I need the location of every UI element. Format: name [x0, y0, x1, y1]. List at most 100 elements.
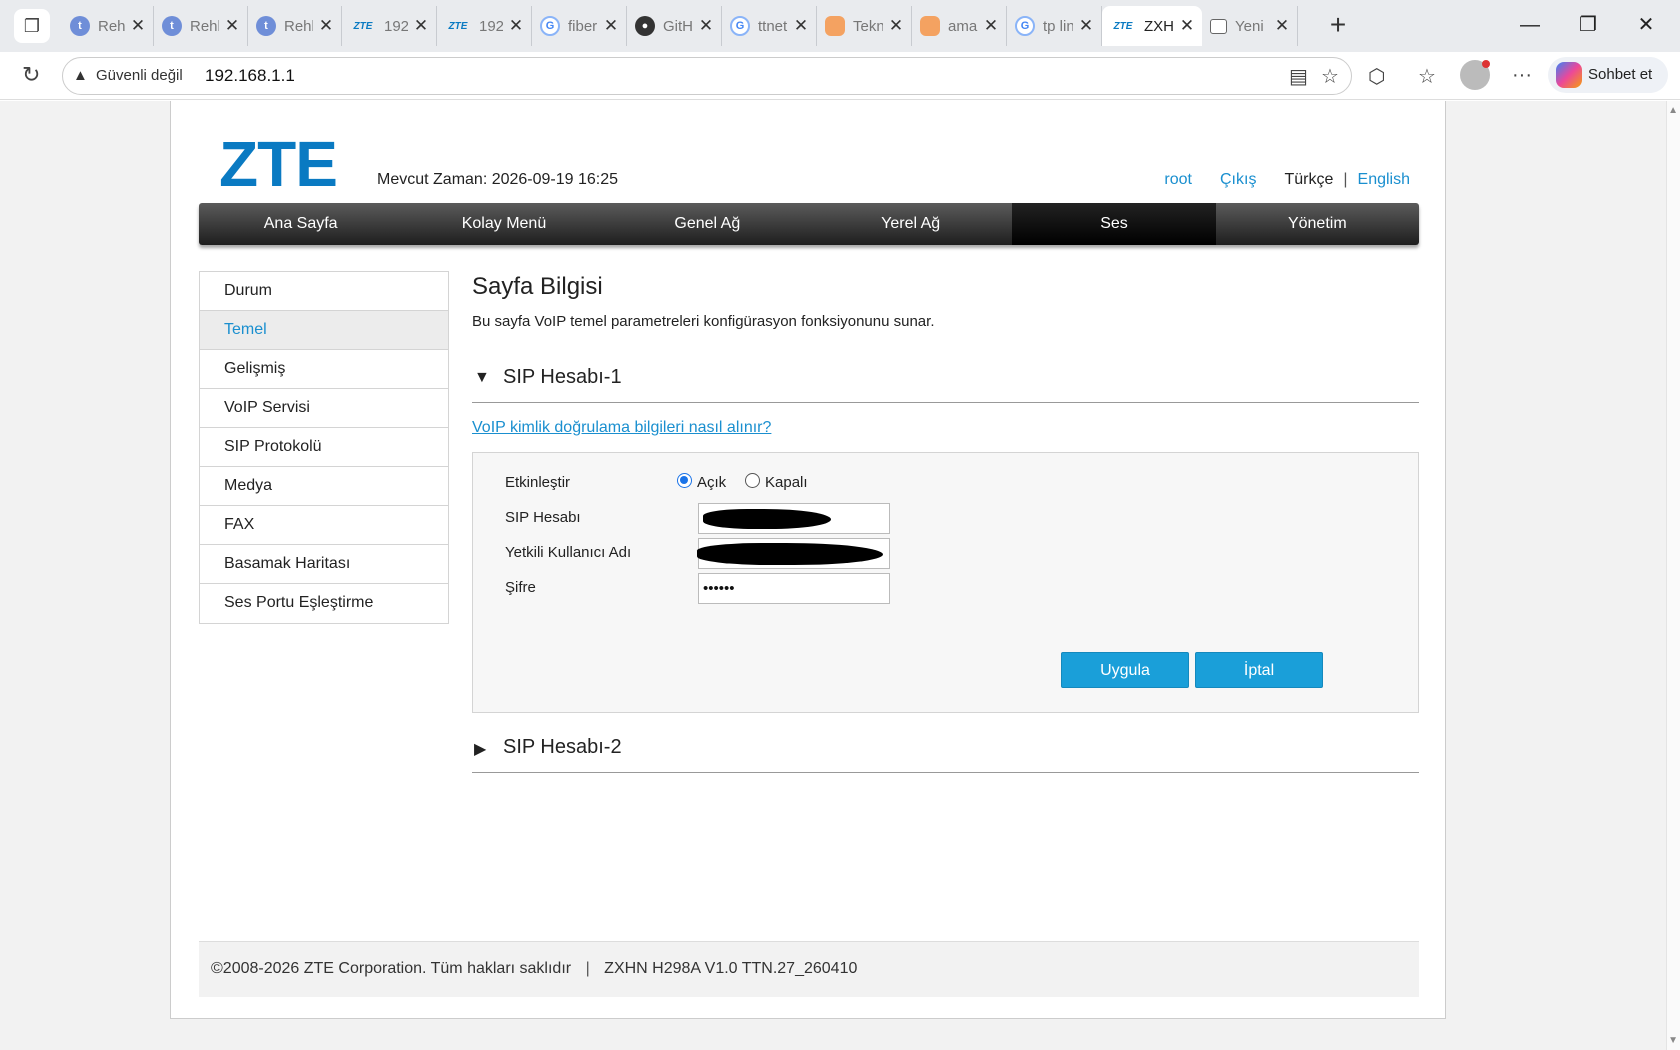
cancel-button[interactable]: İptal	[1195, 652, 1323, 688]
browser-tab[interactable]: ZTE 192. ✕	[437, 6, 532, 46]
browser-tab[interactable]: t Rehb ✕	[154, 6, 248, 46]
new-tab-button[interactable]: +	[1322, 10, 1354, 42]
voip-help-link[interactable]: VoIP kimlik doğrulama bilgileri nasıl al…	[472, 419, 771, 437]
tab-title: Yeni	[1235, 17, 1264, 35]
close-icon[interactable]: ✕	[1077, 16, 1095, 36]
auth-user-input[interactable]	[697, 538, 890, 569]
extensions-icon[interactable]: ⬡	[1368, 64, 1385, 89]
tab-actions-icon[interactable]: ❐	[14, 9, 50, 43]
browser-tab[interactable]: t Rehb ✕	[248, 6, 342, 46]
sidebar-item-sip-protocol[interactable]: SIP Protokolü	[200, 428, 448, 467]
footer: ©2008-2026 ZTE Corporation. Tüm hakları …	[199, 941, 1419, 997]
enable-off-radio[interactable]	[745, 473, 760, 488]
browser-tab[interactable]: Yeni ✕	[1202, 6, 1298, 46]
browser-tab[interactable]: t Rehb ✕	[62, 6, 154, 46]
password-input[interactable]: ••••••	[698, 573, 890, 604]
browser-tab[interactable]: ama ✕	[912, 6, 1007, 46]
favorites-icon[interactable]: ☆	[1418, 64, 1436, 89]
tab-title: ZXHI	[1144, 17, 1174, 35]
close-icon[interactable]: ✕	[982, 16, 1000, 36]
sip-account-1-form: Etkinleştir Açık Kapalı SIP Hesabı Yetki…	[472, 452, 1419, 713]
browser-tab[interactable]: G ttnet ✕	[722, 6, 817, 46]
section-title[interactable]: SIP Hesabı-1	[503, 366, 622, 389]
security-label[interactable]: Güvenli değil	[96, 67, 183, 84]
tumblr-icon: t	[70, 16, 90, 36]
reader-mode-icon[interactable]: ▤	[1289, 64, 1308, 89]
close-icon[interactable]: ✕	[602, 16, 620, 36]
sidebar-item-fax[interactable]: FAX	[200, 506, 448, 545]
current-time: Mevcut Zaman: 2026-09-19 16:25	[377, 171, 619, 188]
close-icon[interactable]: ✕	[697, 16, 715, 36]
sidebar-item-status[interactable]: Durum	[200, 272, 448, 311]
amazon-icon	[920, 16, 940, 36]
reload-icon[interactable]: ↻	[22, 62, 40, 88]
close-icon[interactable]: ✕	[129, 16, 147, 36]
address-bar: ↻ ▲ Güvenli değil 192.168.1.1 ▤ ☆ ⬡ ☆ ··…	[0, 52, 1680, 100]
collapsed-arrow-icon[interactable]: ▶	[474, 739, 486, 759]
enable-on-label[interactable]: Açık	[697, 474, 726, 491]
expanded-arrow-icon[interactable]: ▼	[474, 369, 490, 387]
enable-on-radio[interactable]	[677, 473, 692, 488]
browser-tab-active[interactable]: ZTE ZXHI ✕	[1102, 6, 1202, 46]
tumblr-icon: t	[256, 16, 276, 36]
close-icon[interactable]: ✕	[887, 16, 905, 36]
browser-tab[interactable]: ZTE 192. ✕	[342, 6, 437, 46]
close-window-icon[interactable]: ✕	[1626, 10, 1666, 42]
omnibox[interactable]: ▲ Güvenli değil 192.168.1.1 ▤ ☆	[62, 57, 1352, 95]
nav-management[interactable]: Yönetim	[1216, 203, 1419, 245]
restore-icon[interactable]: ❐	[1568, 10, 1608, 42]
sidebar-item-voip-service[interactable]: VoIP Servisi	[200, 389, 448, 428]
user-link[interactable]: root	[1164, 171, 1192, 189]
nav-easy-menu[interactable]: Kolay Menü	[402, 203, 605, 245]
vertical-scrollbar[interactable]: ▲ ▼	[1666, 101, 1680, 1050]
nav-home[interactable]: Ana Sayfa	[199, 203, 402, 245]
close-icon[interactable]: ✕	[1178, 16, 1196, 36]
lang-english-link[interactable]: English	[1358, 171, 1410, 189]
browser-tab[interactable]: ● GitH ✕	[627, 6, 722, 46]
page-description: Bu sayfa VoIP temel parametreleri konfig…	[472, 313, 935, 330]
close-icon[interactable]: ✕	[223, 16, 241, 36]
minimize-icon[interactable]: —	[1510, 10, 1550, 42]
copilot-label: Sohbet et	[1588, 66, 1653, 83]
more-menu-icon[interactable]: ···	[1512, 64, 1532, 87]
sidebar-item-digit-map[interactable]: Basamak Haritası	[200, 545, 448, 584]
sip-account-label: SIP Hesabı	[505, 509, 581, 526]
apply-button[interactable]: Uygula	[1061, 652, 1189, 688]
close-icon[interactable]: ✕	[1273, 16, 1291, 36]
close-icon[interactable]: ✕	[792, 16, 810, 36]
tab-title: 192.	[479, 17, 503, 35]
url-text[interactable]: 192.168.1.1	[205, 66, 295, 86]
password-label: Şifre	[505, 579, 536, 596]
lang-turkish[interactable]: Türkçe	[1284, 171, 1333, 189]
favorite-star-icon[interactable]: ☆	[1321, 64, 1339, 89]
section-title[interactable]: SIP Hesabı-2	[503, 736, 622, 759]
close-icon[interactable]: ✕	[507, 16, 525, 36]
redaction-mark	[703, 509, 831, 529]
sip-account-input[interactable]	[698, 503, 890, 534]
nav-lan[interactable]: Yerel Ağ	[809, 203, 1012, 245]
sidebar-item-media[interactable]: Medya	[200, 467, 448, 506]
section-sip-account-2-header[interactable]: ▶ SIP Hesabı-2	[472, 733, 1419, 773]
enable-off-label[interactable]: Kapalı	[765, 474, 808, 491]
copilot-button[interactable]: Sohbet et	[1548, 57, 1668, 93]
sidebar-item-advanced[interactable]: Gelişmiş	[200, 350, 448, 389]
nav-voice[interactable]: Ses	[1012, 203, 1216, 245]
tab-title: tp lin	[1043, 17, 1073, 35]
close-icon[interactable]: ✕	[412, 16, 430, 36]
close-icon[interactable]: ✕	[317, 16, 335, 36]
logout-link[interactable]: Çıkış	[1220, 171, 1256, 189]
scroll-down-icon[interactable]: ▼	[1668, 1035, 1678, 1046]
browser-tab[interactable]: Tekn ✕	[817, 6, 912, 46]
warning-icon[interactable]: ▲	[73, 67, 88, 84]
tab-title: GitH	[663, 17, 693, 35]
sidebar-item-basic[interactable]: Temel	[200, 311, 448, 350]
sidebar-item-port-mapping[interactable]: Ses Portu Eşleştirme	[200, 584, 448, 623]
browser-tab[interactable]: G tp lin ✕	[1007, 6, 1102, 46]
section-sip-account-1-header[interactable]: ▼ SIP Hesabı-1	[472, 363, 1419, 403]
tab-title: Tekn	[853, 17, 883, 35]
nav-wan[interactable]: Genel Ağ	[606, 203, 809, 245]
browser-tab[interactable]: G fiber ✕	[532, 6, 627, 46]
zte-logo: ZTE	[219, 128, 338, 200]
top-links: root Çıkış Türkçe | English	[1164, 171, 1410, 189]
scroll-up-icon[interactable]: ▲	[1668, 105, 1678, 116]
